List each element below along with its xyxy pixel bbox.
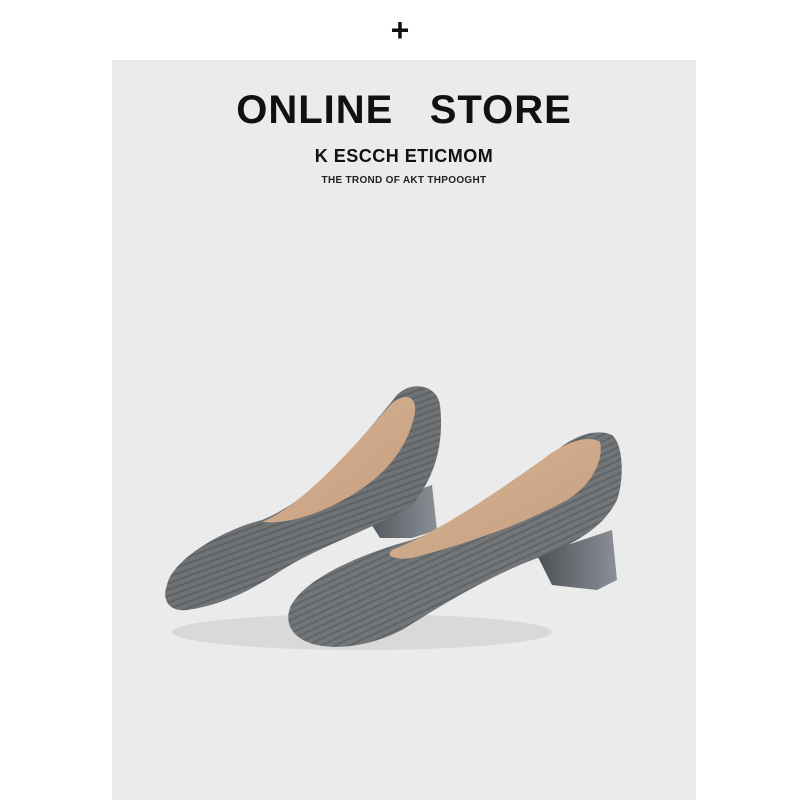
plus-icon[interactable]: + — [0, 10, 800, 50]
shoes-icon — [165, 386, 622, 650]
product-banner-panel: ONLINE STORE K ESCCH ETICMOM THE TROND O… — [112, 60, 696, 800]
